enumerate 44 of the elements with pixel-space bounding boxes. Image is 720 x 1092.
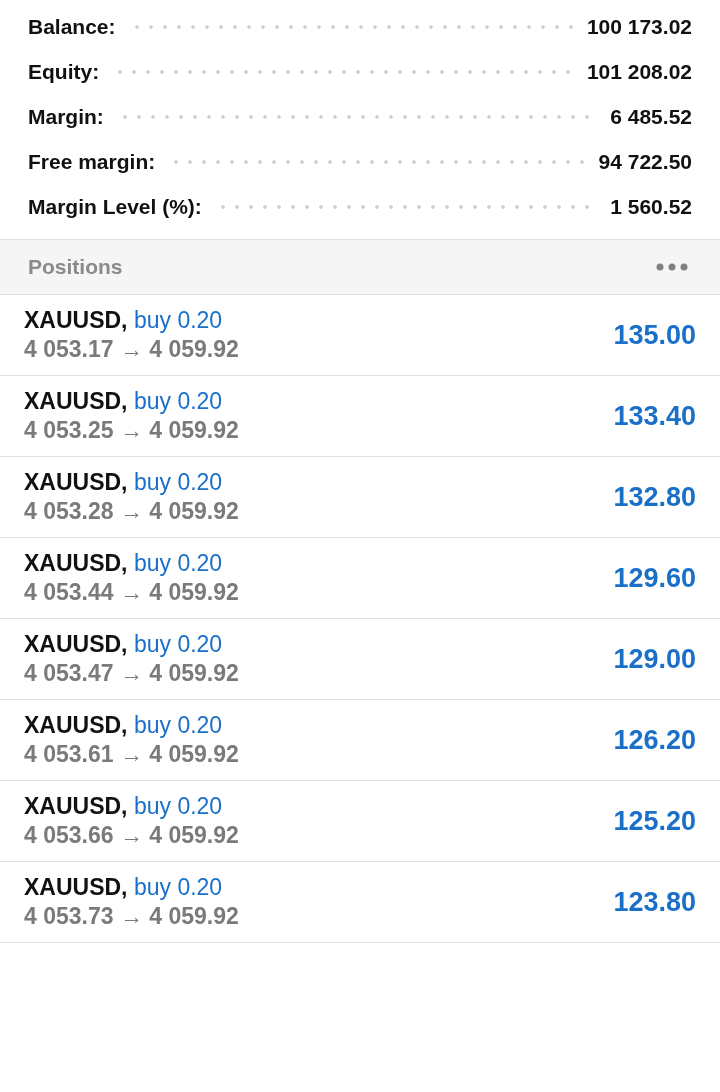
position-profit: 125.20 (613, 805, 696, 837)
position-prices: 4 053.66 → 4 059.92 (24, 822, 239, 849)
position-row[interactable]: XAUUSD, buy 0.20 4 053.61 → 4 059.92 126.20 (0, 700, 720, 781)
summary-value: 100 173.02 (586, 14, 692, 39)
position-prices: 4 053.44 → 4 059.92 (24, 579, 239, 606)
position-prices: 4 053.73 → 4 059.92 (24, 903, 239, 930)
position-title: XAUUSD, buy 0.20 (24, 469, 224, 496)
position-profit: 123.80 (613, 886, 696, 918)
position-row[interactable]: XAUUSD, buy 0.20 4 053.28 → 4 059.92 132.80 (0, 457, 720, 538)
position-row[interactable]: XAUUSD, buy 0.20 4 053.47 → 4 059.92 129.00 (0, 619, 720, 700)
summary-value: 101 208.02 (586, 59, 692, 84)
position-prices: 4 053.28 → 4 059.92 (24, 498, 239, 525)
position-profit: 132.80 (613, 481, 696, 513)
position-prices: 4 053.47 → 4 059.92 (24, 660, 239, 687)
position-title: XAUUSD, buy 0.20 (24, 793, 224, 820)
position-profit: 129.00 (613, 643, 696, 675)
position-prices: 4 053.61 → 4 059.92 (24, 741, 239, 768)
position-profit: 126.20 (613, 724, 696, 756)
position-title: XAUUSD, buy 0.20 (24, 874, 224, 901)
position-title: XAUUSD, buy 0.20 (24, 631, 224, 658)
summary-label: Margin Level (%): (28, 194, 202, 219)
position-row[interactable]: XAUUSD, buy 0.20 4 053.66 → 4 059.92 125.20 (0, 781, 720, 862)
position-row[interactable]: XAUUSD, buy 0.20 4 053.17 → 4 059.92 135.00 (0, 295, 720, 376)
position-row[interactable]: XAUUSD, buy 0.20 4 053.73 → 4 059.92 123.80 (0, 862, 720, 943)
position-profit: 135.00 (613, 319, 696, 351)
position-title: XAUUSD, buy 0.20 (24, 550, 224, 577)
position-row[interactable]: XAUUSD, buy 0.20 4 053.44 → 4 059.92 129.60 (0, 538, 720, 619)
position-prices: 4 053.25 → 4 059.92 (24, 417, 239, 444)
summary-value: 6 485.52 (610, 104, 692, 129)
position-prices: 4 053.17 → 4 059.92 (24, 336, 239, 363)
summary-value: 1 560.52 (610, 194, 692, 219)
position-row[interactable]: XAUUSD, buy 0.20 4 053.25 → 4 059.92 133.40 (0, 376, 720, 457)
more-icon[interactable] (656, 263, 688, 271)
position-title: XAUUSD, buy 0.20 (24, 307, 224, 334)
position-title: XAUUSD, buy 0.20 (24, 712, 224, 739)
position-title: XAUUSD, buy 0.20 (24, 388, 224, 415)
position-profit: 133.40 (613, 400, 696, 432)
summary-label: Equity: (28, 59, 100, 84)
section-title: Positions (28, 255, 123, 279)
summary-label: Free margin: (28, 149, 156, 174)
position-profit: 129.60 (613, 562, 696, 594)
summary-label: Margin: (28, 104, 104, 129)
summary-value: 94 722.50 (598, 149, 692, 174)
summary-label: Balance: (28, 14, 116, 39)
